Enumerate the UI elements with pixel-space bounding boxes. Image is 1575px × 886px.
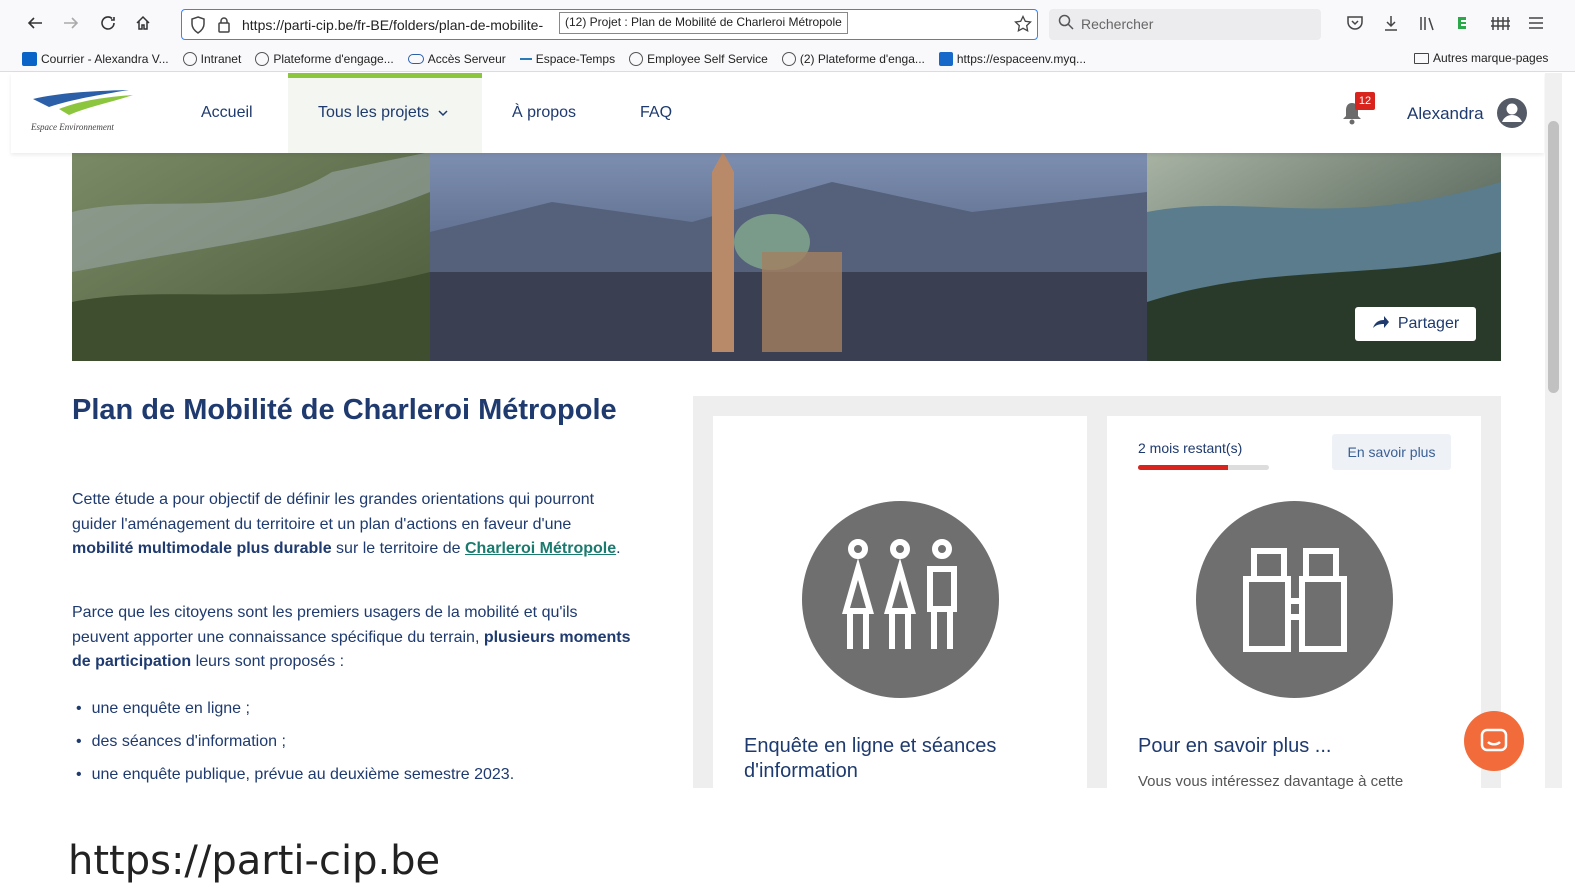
bookmark-item[interactable]: Intranet — [182, 51, 242, 66]
nav-home[interactable]: Accueil — [201, 73, 253, 153]
menu-icon[interactable] — [1527, 15, 1545, 36]
bookmark-label: Employee Self Service — [647, 51, 768, 66]
bookmark-item[interactable]: Courrier - Alexandra V... — [22, 51, 169, 66]
notification-badge: 12 — [1355, 92, 1375, 110]
desc-text: sur le territoire de — [331, 540, 465, 557]
phases-panel: Enquête en ligne et séances d'informatio… — [693, 396, 1501, 790]
desc-text: leurs sont proposés : — [191, 653, 345, 670]
project-title: Plan de Mobilité de Charleroi Métropole — [72, 394, 617, 426]
phase-card-info[interactable]: 2 mois restant(s) En savoir plus Pour en… — [1107, 416, 1481, 790]
globe-icon — [182, 51, 197, 66]
binoculars-icon — [1196, 501, 1393, 698]
card-subtitle: Vous vous intéressez davantage à cette — [1138, 773, 1404, 790]
library-icon[interactable] — [1418, 14, 1436, 37]
project-banner-image — [72, 152, 1501, 361]
nav-all-projects[interactable]: Tous les projets — [288, 73, 482, 153]
list-item: une enquête en ligne ; — [72, 700, 250, 718]
desc-text: Cette étude a pour objectif de définir l… — [72, 491, 595, 533]
desc-bold: mobilité multimodale plus durable — [72, 540, 332, 557]
browser-toolbar: https://parti-cip.be/fr-BE/folders/plan-… — [0, 0, 1575, 46]
phase-card-survey[interactable]: Enquête en ligne et séances d'informatio… — [713, 416, 1087, 788]
chat-icon — [1480, 728, 1508, 752]
bookmark-star-icon[interactable] — [1014, 14, 1032, 36]
cloud-icon — [407, 53, 424, 64]
bookmarks-bar: Courrier - Alexandra V... Intranet Plate… — [0, 46, 1575, 72]
learn-more-button[interactable]: En savoir plus — [1332, 434, 1451, 470]
time-remaining: 2 mois restant(s) — [1138, 440, 1243, 456]
bookmark-item[interactable]: Espace-Temps — [519, 51, 616, 66]
other-bookmarks[interactable]: Autres marque-pages — [1414, 51, 1548, 65]
card-title: Enquête en ligne et séances d'informatio… — [744, 735, 997, 782]
site-header: Espace Environnement Accueil Tous les pr… — [11, 73, 1544, 153]
bookmark-item[interactable]: https://espaceenv.myq... — [938, 51, 1087, 66]
bookmark-item[interactable]: Accès Serveur — [407, 51, 506, 66]
bookmark-label: Espace-Temps — [535, 51, 616, 66]
bookmark-label: Courrier - Alexandra V... — [41, 51, 169, 66]
home-icon[interactable] — [126, 6, 160, 40]
globe-icon — [629, 51, 644, 66]
project-description-1: Cette étude a pour objectif de définir l… — [72, 488, 632, 562]
url-text: https://parti-cip.be/fr-BE/folders/plan-… — [242, 17, 544, 33]
extension-e-icon[interactable] — [1455, 14, 1471, 37]
people-icon — [802, 501, 999, 698]
card-title: Pour en savoir plus ... — [1138, 735, 1332, 757]
bookmark-label: Plateforme d'engage... — [273, 51, 394, 66]
progress-fill — [1138, 465, 1229, 470]
other-bookmarks-label: Autres marque-pages — [1433, 51, 1549, 65]
globe-icon — [781, 51, 796, 66]
nav-all-projects-label: Tous les projets — [318, 104, 430, 121]
bookmark-label: https://espaceenv.myq... — [956, 51, 1087, 66]
page-scrollbar[interactable] — [1545, 73, 1562, 788]
project-description-2: Parce que les citoyens sont les premiers… — [72, 601, 632, 675]
bookmark-label: Accès Serveur — [427, 51, 506, 66]
nav-faq[interactable]: FAQ — [640, 73, 672, 153]
search-placeholder: Rechercher — [1081, 16, 1154, 32]
share-arrow-icon — [1372, 315, 1390, 334]
reload-icon[interactable] — [91, 6, 125, 40]
chat-button[interactable] — [1464, 711, 1524, 771]
desc-text: . — [616, 540, 621, 557]
bookmark-item[interactable]: (2) Plateforme d'enga... — [781, 51, 925, 66]
lock-icon[interactable] — [217, 16, 231, 36]
tab-tooltip: (12) Projet : Plan de Mobilité de Charle… — [559, 12, 848, 34]
list-item: des séances d'information ; — [72, 733, 286, 751]
time-icon — [519, 57, 532, 60]
bookmark-item[interactable]: Employee Self Service — [629, 51, 768, 66]
source-caption: https://parti-cip.be — [68, 838, 441, 884]
back-icon[interactable] — [18, 6, 52, 40]
user-avatar-icon[interactable] — [1496, 97, 1528, 134]
charleroi-metropole-link[interactable]: Charleroi Métropole — [465, 540, 616, 557]
logo-mark — [33, 90, 133, 115]
share-button[interactable]: Partager — [1355, 307, 1476, 341]
list-item: une enquête publique, prévue au deuxième… — [72, 766, 515, 784]
time-progress-bar — [1138, 465, 1269, 470]
scrollbar-thumb[interactable] — [1548, 121, 1559, 393]
bookmark-item[interactable]: Plateforme d'engage... — [255, 51, 394, 66]
pocket-icon[interactable] — [1346, 15, 1364, 36]
bookmark-label: (2) Plateforme d'enga... — [799, 51, 925, 66]
logo-text: Espace Environnement — [31, 122, 114, 132]
folder-icon — [1414, 52, 1429, 64]
download-icon[interactable] — [1382, 14, 1400, 37]
search-icon — [1058, 10, 1074, 41]
user-name[interactable]: Alexandra — [1407, 104, 1484, 124]
nav-about[interactable]: À propos — [512, 73, 576, 153]
myq-icon — [938, 51, 953, 66]
bookmark-label: Intranet — [200, 51, 242, 66]
share-label: Partager — [1397, 315, 1460, 332]
url-bar[interactable]: https://parti-cip.be/fr-BE/folders/plan-… — [181, 9, 1038, 40]
shield-icon[interactable] — [190, 16, 206, 37]
globe-icon — [255, 51, 270, 66]
outlook-icon — [22, 51, 37, 66]
forward-icon[interactable] — [54, 6, 88, 40]
site-logo[interactable]: Espace Environnement — [29, 87, 139, 137]
extension-grid-icon[interactable] — [1490, 14, 1510, 37]
chevron-down-icon — [438, 78, 448, 148]
search-bar[interactable]: Rechercher — [1049, 9, 1321, 40]
